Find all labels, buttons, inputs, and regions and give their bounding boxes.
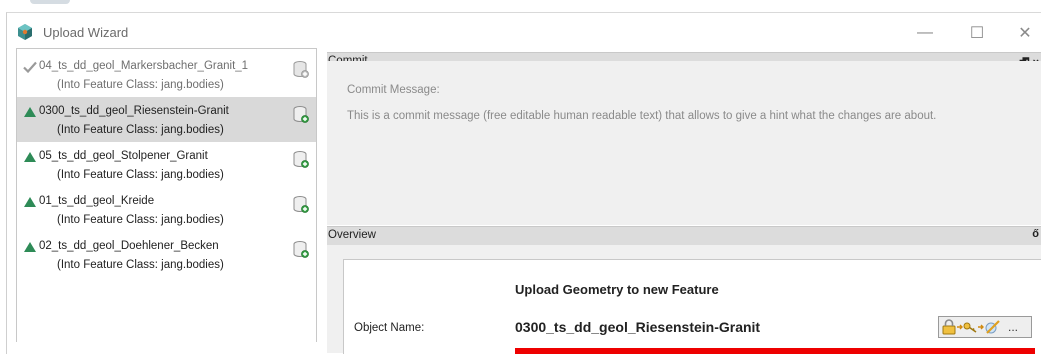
checkmark-icon xyxy=(23,61,37,73)
window-title: Upload Wizard xyxy=(43,25,129,40)
item-name: 01_ts_dd_geol_Kreide xyxy=(39,195,155,207)
list-item[interactable]: 01_ts_dd_geol_Kreide (Into Feature Class… xyxy=(17,187,316,232)
item-feature-class: (Into Feature Class: jang.bodies) xyxy=(57,79,224,91)
more-actions: ... xyxy=(1008,320,1019,334)
overview-title: Upload Geometry to new Feature xyxy=(515,282,719,297)
item-name: 04_ts_dd_geol_Markersbacher_Granit_1 xyxy=(39,60,249,72)
object-name-value: 0300_ts_dd_geol_Riesenstein-Granit xyxy=(515,319,761,335)
overview-panel-title: Overview xyxy=(328,229,376,241)
background-window-edge xyxy=(30,0,70,4)
database-add-icon xyxy=(293,241,309,258)
database-add-icon xyxy=(293,106,309,123)
item-name: 02_ts_dd_geol_Doehlener_Becken xyxy=(39,240,219,252)
minimize-button[interactable]: — xyxy=(903,19,947,47)
commit-message-field[interactable]: This is a commit message (free editable … xyxy=(347,110,936,122)
lock-key-edit-icon xyxy=(942,319,1000,335)
close-button[interactable]: ✕ xyxy=(1003,19,1041,47)
item-name: 05_ts_dd_geol_Stolpener_Granit xyxy=(39,150,208,162)
green-triangle-icon xyxy=(24,152,36,162)
list-item[interactable]: 0300_ts_dd_geol_Riesenstein-Granit (Into… xyxy=(17,97,316,142)
item-feature-class: (Into Feature Class: jang.bodies) xyxy=(57,214,224,226)
upload-items-list: 04_ts_dd_geol_Markersbacher_Granit_1 (In… xyxy=(16,48,317,342)
app-logo-icon xyxy=(18,24,32,40)
pin-icon[interactable]: ő xyxy=(1032,228,1039,240)
database-add-icon xyxy=(293,151,309,168)
title-bar: Upload Wizard — ☐ ✕ xyxy=(7,13,1041,53)
database-add-icon xyxy=(293,196,309,213)
object-name-label: Object Name: xyxy=(354,322,425,334)
green-triangle-icon xyxy=(24,242,36,252)
green-triangle-icon xyxy=(24,107,36,117)
overview-panel-header[interactable]: Overview ő xyxy=(327,226,1041,246)
overview-panel: Upload Geometry to new Feature Object Na… xyxy=(327,245,1041,354)
item-name: 0300_ts_dd_geol_Riesenstein-Granit xyxy=(39,105,229,117)
commit-message-label: Commit Message: xyxy=(347,84,440,96)
background-strip xyxy=(0,0,1041,12)
maximize-button[interactable]: ☐ xyxy=(955,19,999,47)
object-actions-button[interactable]: ... xyxy=(938,316,1032,338)
list-item[interactable]: 04_ts_dd_geol_Markersbacher_Granit_1 (In… xyxy=(17,52,316,97)
commit-panel: Commit Message: This is a commit message… xyxy=(327,61,1041,225)
status-bar xyxy=(515,348,1035,354)
database-add-icon xyxy=(293,61,309,78)
item-feature-class: (Into Feature Class: jang.bodies) xyxy=(57,259,224,271)
list-item[interactable]: 02_ts_dd_geol_Doehlener_Becken (Into Fea… xyxy=(17,232,316,277)
list-item[interactable]: 05_ts_dd_geol_Stolpener_Granit (Into Fea… xyxy=(17,142,316,187)
green-triangle-icon xyxy=(24,197,36,207)
overview-card: Upload Geometry to new Feature Object Na… xyxy=(343,259,1041,354)
item-feature-class: (Into Feature Class: jang.bodies) xyxy=(57,169,224,181)
item-feature-class: (Into Feature Class: jang.bodies) xyxy=(57,124,224,136)
